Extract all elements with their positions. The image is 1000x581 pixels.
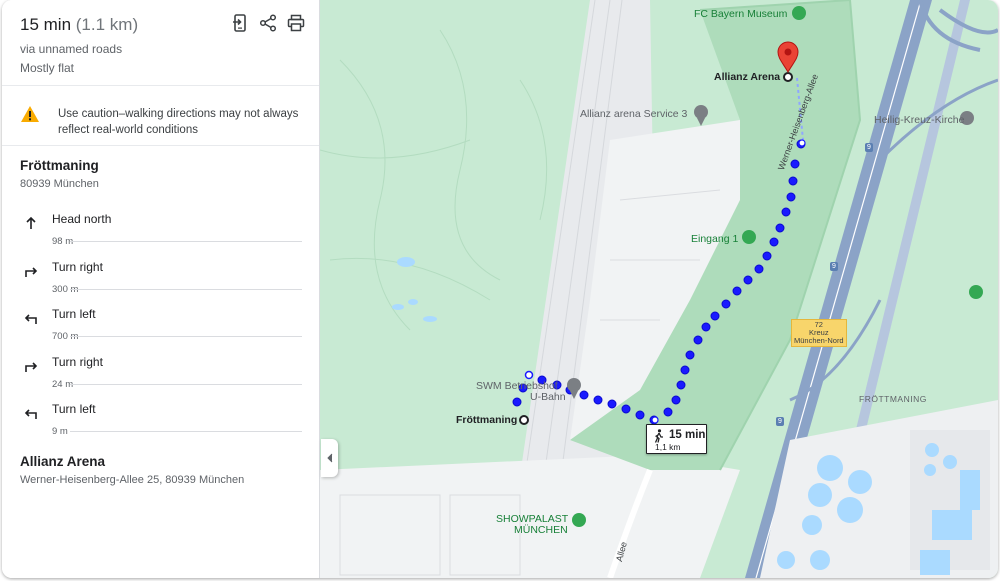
directions-panel: 15 min (1.1 km) via unnamed roads Mostly… bbox=[2, 0, 320, 578]
map-label-showpalast-2[interactable]: MÜNCHEN bbox=[514, 524, 568, 536]
warning-text: Use caution–walking directions may not a… bbox=[58, 108, 299, 136]
start-address: 80939 München bbox=[20, 178, 99, 190]
step-divider bbox=[70, 241, 302, 242]
arrow-up-icon bbox=[26, 216, 36, 229]
map-label-froettmaning-area: FRÖTTMANING bbox=[859, 394, 927, 404]
collapse-panel-button[interactable] bbox=[321, 439, 338, 477]
direction-step[interactable]: Turn right 24 m bbox=[2, 355, 320, 402]
step-divider bbox=[70, 431, 302, 432]
route-actions bbox=[229, 12, 307, 34]
end-name: Allianz Arena bbox=[20, 454, 106, 469]
end-location[interactable]: Allianz Arena Werner-Heisenberg-Allee 25… bbox=[2, 454, 320, 486]
exit-line2: München-Nord bbox=[794, 336, 844, 345]
map-canvas[interactable]: FC Bayern Museum Allianz Arena Allianz a… bbox=[320, 0, 998, 578]
callout-distance: 1,1 km bbox=[655, 442, 681, 452]
turn-left-icon bbox=[24, 409, 37, 419]
start-name: Fröttmaning bbox=[20, 158, 99, 173]
step-label: Turn right bbox=[52, 355, 103, 369]
map-graphics bbox=[320, 0, 998, 578]
direction-step[interactable]: Turn left 9 m bbox=[2, 402, 320, 449]
end-address: Werner-Heisenberg-Allee 25, 80939 Münche… bbox=[20, 474, 245, 486]
map-label-froettmaning-station[interactable]: Fröttmaning bbox=[456, 414, 517, 426]
step-divider bbox=[70, 289, 302, 290]
step-divider bbox=[70, 336, 302, 337]
direction-step[interactable]: Turn right 300 m bbox=[2, 260, 320, 307]
print-icon bbox=[287, 14, 305, 32]
route-time-callout[interactable]: 15 min 1,1 km bbox=[646, 424, 707, 454]
chevron-left-icon bbox=[326, 453, 332, 463]
share-icon bbox=[259, 14, 277, 32]
map-label-service3[interactable]: Allianz arena Service 3 bbox=[580, 108, 687, 120]
walking-warning: Use caution–walking directions may not a… bbox=[2, 86, 319, 146]
step-label: Head north bbox=[52, 212, 112, 226]
direction-step[interactable]: Head north 98 m bbox=[2, 212, 320, 259]
step-label: Turn right bbox=[52, 260, 103, 274]
route-distance: (1.1 km) bbox=[75, 15, 139, 34]
share-button[interactable] bbox=[257, 12, 279, 34]
route-terrain: Mostly flat bbox=[20, 61, 75, 75]
exit-sign: 72 Kreuz München-Nord bbox=[791, 319, 847, 347]
route-time: 15 min bbox=[20, 15, 72, 34]
highway-shield: 9 bbox=[830, 262, 838, 271]
route-via: via unnamed roads bbox=[20, 42, 123, 56]
highway-shield: 9 bbox=[776, 417, 784, 426]
send-to-phone-button[interactable] bbox=[229, 12, 251, 34]
step-label: Turn left bbox=[52, 307, 96, 321]
maps-window: 15 min (1.1 km) via unnamed roads Mostly… bbox=[2, 0, 998, 578]
walking-icon bbox=[654, 429, 663, 443]
map-label-eingang[interactable]: Eingang 1 bbox=[691, 233, 738, 245]
map-label-allianz-arena[interactable]: Allianz Arena bbox=[714, 71, 780, 83]
map-label-heilig-kreuz[interactable]: Heilig-Kreuz-Kirche bbox=[874, 114, 964, 126]
print-button[interactable] bbox=[285, 12, 307, 34]
callout-time: 15 min bbox=[669, 429, 706, 441]
step-divider bbox=[70, 384, 302, 385]
turn-right-icon bbox=[25, 267, 38, 277]
map-label-swm-line2[interactable]: U-Bahn bbox=[530, 391, 566, 403]
turn-left-icon bbox=[24, 314, 37, 324]
send-to-phone-icon bbox=[233, 14, 246, 32]
step-label: Turn left bbox=[52, 402, 96, 416]
turn-right-icon bbox=[25, 362, 38, 372]
direction-step[interactable]: Turn left 700 m bbox=[2, 307, 320, 354]
route-summary: 15 min (1.1 km) via unnamed roads Mostly… bbox=[2, 0, 319, 86]
step-distance: 9 m bbox=[52, 426, 68, 437]
start-location[interactable]: Fröttmaning 80939 München bbox=[2, 158, 320, 190]
highway-shield: 9 bbox=[865, 143, 873, 152]
warning-icon bbox=[21, 106, 39, 122]
map-label-fc-bayern[interactable]: FC Bayern Museum bbox=[694, 8, 787, 20]
